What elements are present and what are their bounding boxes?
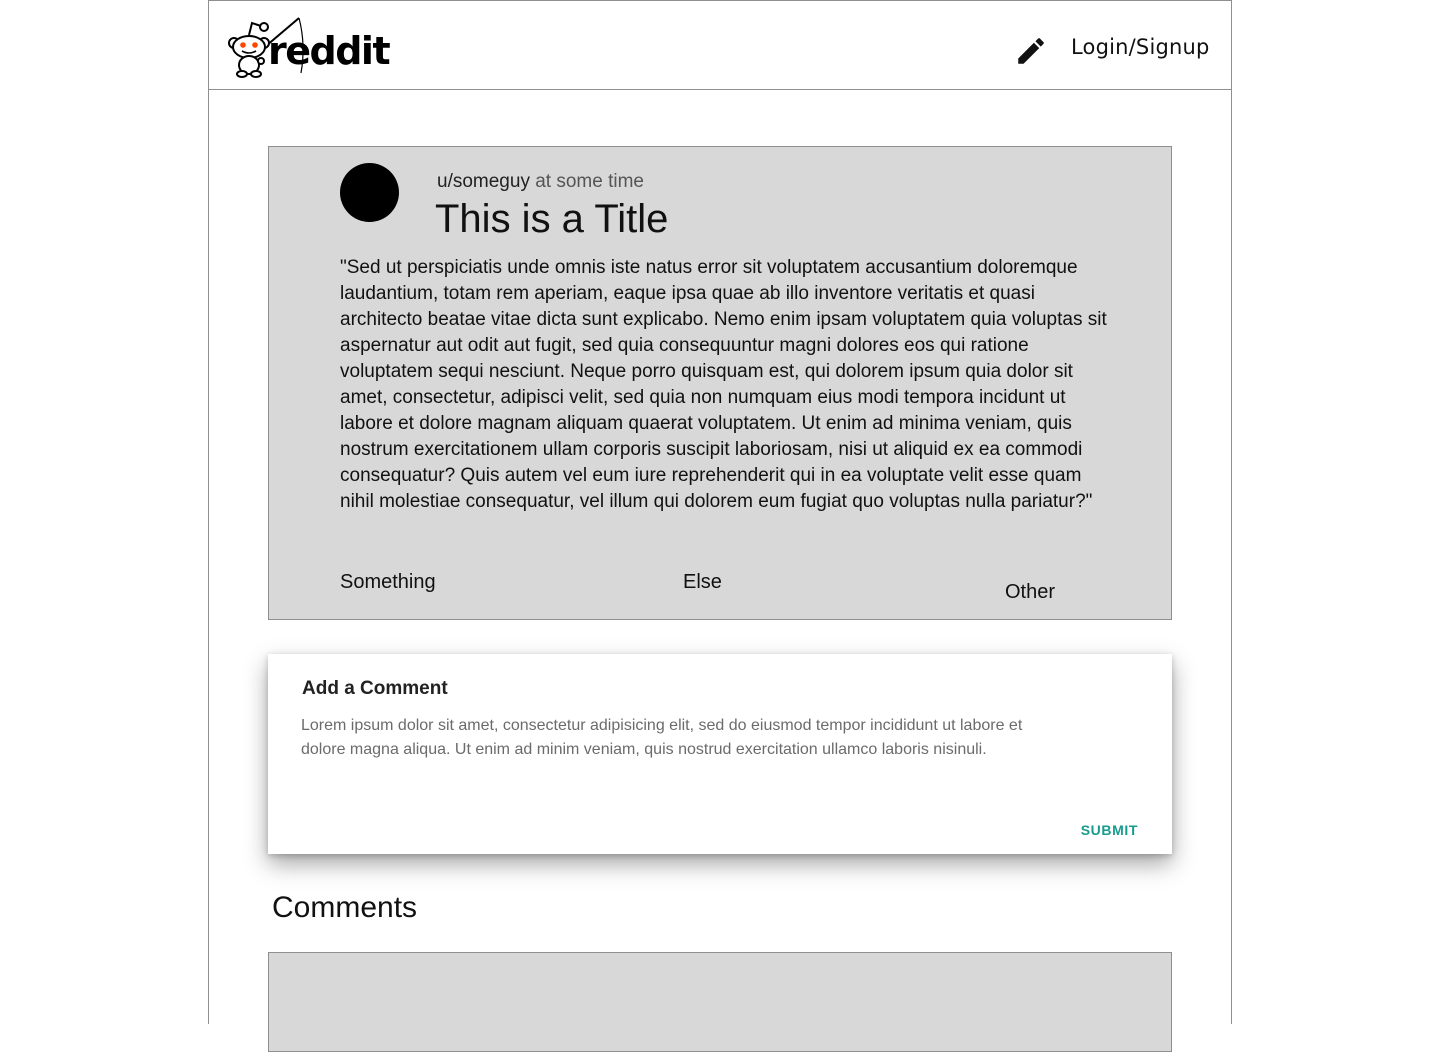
submit-button[interactable]: SUBMIT bbox=[1081, 822, 1138, 838]
post-time: at some time bbox=[535, 171, 644, 192]
post-card: u/someguy at some time This is a Title "… bbox=[268, 146, 1172, 620]
comments-heading: Comments bbox=[272, 891, 418, 924]
page-frame: reddit Login/Signup u/someguy at some ti… bbox=[208, 0, 1232, 1052]
avatar[interactable] bbox=[340, 163, 399, 222]
post-byline: u/someguy at some time bbox=[437, 171, 644, 193]
add-comment-title: Add a Comment bbox=[302, 678, 448, 699]
login-signup-link[interactable]: Login/Signup bbox=[1071, 35, 1210, 59]
post-body: "Sed ut perspiciatis unde omnis iste nat… bbox=[340, 257, 1107, 512]
top-header: reddit Login/Signup bbox=[209, 1, 1231, 90]
post-action-else[interactable]: Else bbox=[683, 571, 722, 594]
logo-wordmark: reddit bbox=[268, 29, 391, 73]
reddit-logo[interactable]: reddit bbox=[227, 15, 391, 79]
post-action-other[interactable]: Other bbox=[1005, 581, 1055, 604]
pencil-icon[interactable] bbox=[1014, 34, 1048, 68]
add-comment-card: Add a Comment Lorem ipsum dolor sit amet… bbox=[268, 654, 1172, 854]
post-action-something[interactable]: Something bbox=[340, 571, 436, 594]
post-author[interactable]: u/someguy bbox=[437, 171, 530, 192]
post-title[interactable]: This is a Title bbox=[435, 197, 668, 242]
comment-item bbox=[268, 952, 1172, 1052]
comment-textarea[interactable]: Lorem ipsum dolor sit amet, consectetur … bbox=[301, 714, 1061, 794]
